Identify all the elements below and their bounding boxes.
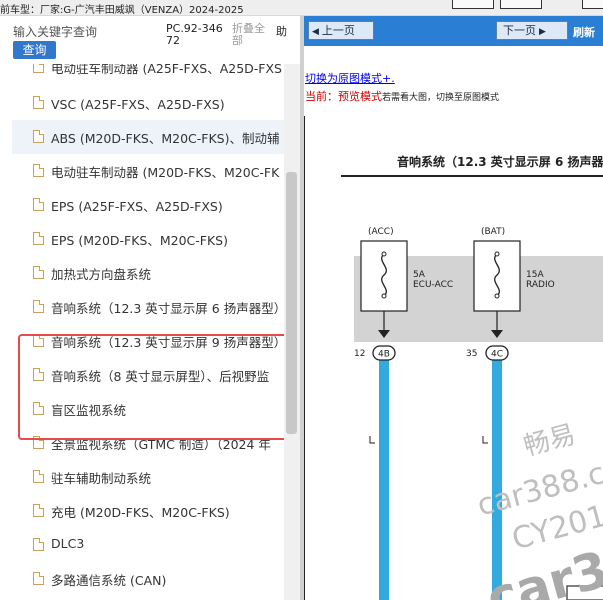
document-icon bbox=[33, 164, 44, 177]
pin-number: 12 bbox=[354, 349, 365, 359]
window-button[interactable] bbox=[452, 0, 494, 9]
mode-notes: 切换为原图模式+. 当前：预览模式若需看大图，切换至原图模式 bbox=[304, 46, 603, 116]
window-button[interactable] bbox=[582, 0, 603, 9]
arrow-right-icon: ▶ bbox=[539, 27, 546, 37]
connector-label: 4B bbox=[378, 350, 390, 360]
wire-mark bbox=[369, 436, 375, 444]
list-item[interactable]: 音响系统（12.3 英寸显示屏 6 扬声器型） bbox=[12, 290, 284, 324]
list-item[interactable]: DLC3 bbox=[12, 528, 284, 562]
wire bbox=[379, 359, 389, 600]
switch-original-mode-link[interactable]: 切换为原图模式+. bbox=[305, 70, 395, 86]
catalog-panel: 查询 PC.92-34672 折叠全部 助 电动驻车制动器 (A25F-FXS、… bbox=[0, 16, 300, 600]
collapse-all-button[interactable]: 折叠全部 bbox=[232, 23, 268, 47]
list-item[interactable]: EPS (M20D-FKS、M20C-FKS) bbox=[12, 222, 284, 256]
mode-prefix: 当前： bbox=[305, 90, 338, 103]
document-icon bbox=[33, 198, 44, 211]
list-item[interactable]: 全景监视系统（GTMC 制造）（2024 年 bbox=[12, 426, 284, 460]
wire-mark bbox=[482, 436, 488, 444]
list-item[interactable]: 音响系统（12.3 英寸显示屏 9 扬声器型） bbox=[12, 324, 284, 358]
document-icon bbox=[33, 572, 44, 585]
list-item[interactable]: 音响系统（8 英寸显示屏型）、后视野监 bbox=[12, 358, 284, 392]
refresh-button[interactable]: 刷新 bbox=[573, 24, 595, 40]
list-item[interactable]: 电动驻车制动器 (M20D-FKS、M20C-FK bbox=[12, 154, 284, 188]
list-item[interactable]: 多路通信系统 (CAN) bbox=[12, 562, 284, 596]
list-item[interactable]: EPS (A25F-FXS、A25D-FXS) bbox=[12, 188, 284, 222]
document-icon bbox=[33, 300, 44, 313]
search-input[interactable] bbox=[13, 24, 159, 40]
fuse-rating: 15A bbox=[526, 270, 544, 280]
arrow-left-icon: ◀ bbox=[312, 27, 319, 37]
scrollbar-thumb[interactable] bbox=[286, 172, 297, 434]
list-item[interactable]: 盲区监视系统 bbox=[12, 392, 284, 426]
prev-page-button[interactable]: ◀ 上一页 bbox=[308, 21, 374, 40]
document-icon bbox=[33, 436, 44, 449]
wire bbox=[492, 359, 502, 600]
pin-number: 35 bbox=[466, 349, 477, 359]
title-bar: 前车型：厂家:G-广汽丰田威飒（VENZA）2024-2025 bbox=[0, 0, 603, 16]
document-icon bbox=[33, 402, 44, 415]
page-nav-bar: ◀ 上一页 下一页 ▶ 刷新 bbox=[304, 16, 603, 46]
document-icon bbox=[33, 266, 44, 279]
more-label[interactable]: 助 bbox=[276, 23, 298, 39]
scrollbar[interactable] bbox=[284, 64, 300, 600]
power-source-label: (ACC) bbox=[368, 227, 394, 237]
list-item[interactable]: 驻车辅助制动系统 bbox=[12, 460, 284, 494]
document-icon bbox=[33, 96, 44, 109]
mode-hint: 若需看大图，切换至原图模式 bbox=[382, 93, 500, 103]
list-item[interactable]: VSC (A25F-FXS、A25D-FXS) bbox=[12, 86, 284, 120]
list-item[interactable]: 充电 (M20D-FKS、M20C-FKS) bbox=[12, 494, 284, 528]
pc-code: PC.92-34672 bbox=[166, 22, 223, 47]
catalog-list: 电动驻车制动器 (A25F-FXS、A25D-FXS VSC (A25F-FXS… bbox=[0, 64, 284, 600]
mode-name: 预览模式 bbox=[338, 90, 382, 103]
wiring-diagram: 音响系统（12.3 英寸显示屏 6 扬声器型） bbox=[304, 116, 603, 600]
fuse-name: ECU-ACC bbox=[413, 280, 453, 290]
document-icon bbox=[33, 368, 44, 381]
document-icon bbox=[33, 470, 44, 483]
fuse-rating: 5A bbox=[413, 270, 426, 280]
document-icon bbox=[33, 64, 44, 73]
vehicle-title: 前车型：厂家:G-广汽丰田威飒（VENZA）2024-2025 bbox=[0, 5, 244, 16]
document-icon bbox=[33, 504, 44, 517]
list-item[interactable]: 电动驻车制动器 (A25F-FXS、A25D-FXS bbox=[12, 64, 284, 84]
list-item[interactable]: 加热式方向盘系统 bbox=[12, 256, 284, 290]
connector-label: 4C bbox=[491, 350, 503, 360]
search-area: 查询 PC.92-34672 折叠全部 助 bbox=[0, 16, 300, 64]
power-source-label: (BAT) bbox=[481, 227, 505, 237]
list-item-selected[interactable]: ABS (M20D-FKS、M20C-FKS)、制动辅 bbox=[12, 120, 284, 154]
document-icon bbox=[33, 334, 44, 347]
current-mode-line: 当前：预览模式若需看大图，切换至原图模式 bbox=[305, 88, 499, 104]
fuse-name: RADIO bbox=[526, 280, 555, 290]
document-icon bbox=[33, 232, 44, 245]
viewer-panel: ◀ 上一页 下一页 ▶ 刷新 切换为原图模式+. 当前：预览模式若需看大图，切换至原… bbox=[304, 16, 603, 600]
document-icon bbox=[33, 538, 44, 551]
window-button[interactable] bbox=[500, 0, 542, 9]
next-page-button[interactable]: 下一页 ▶ bbox=[496, 21, 568, 40]
search-button[interactable]: 查询 bbox=[13, 41, 56, 59]
document-icon bbox=[33, 130, 44, 143]
